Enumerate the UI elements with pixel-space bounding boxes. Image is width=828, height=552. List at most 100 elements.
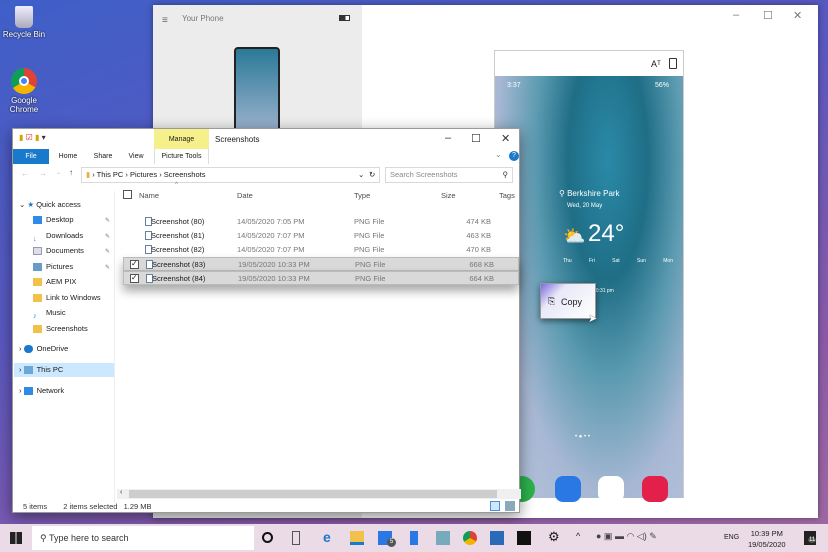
file-row[interactable]: Screenshot (83) 19/05/2020 10:33 PM PNG Fi… bbox=[123, 257, 519, 271]
file-size: 463 KB bbox=[466, 231, 491, 240]
manage-tab[interactable]: Manage bbox=[154, 129, 209, 149]
edge-icon[interactable]: e bbox=[323, 529, 337, 545]
minimize-button[interactable]: – bbox=[445, 132, 451, 144]
column-tags[interactable]: Tags bbox=[499, 191, 515, 200]
row-checkbox[interactable] bbox=[130, 257, 139, 271]
nav-link-to-windows[interactable]: Link to Windows bbox=[33, 291, 101, 305]
nav-network[interactable]: › Network bbox=[19, 384, 64, 398]
phone-time: 3:37 bbox=[507, 82, 521, 89]
nav-downloads[interactable]: ↓ Downloads bbox=[33, 229, 83, 243]
close-button[interactable]: ✕ bbox=[501, 132, 510, 145]
mail-icon[interactable]: 5 bbox=[378, 531, 396, 547]
tab-home[interactable]: Home bbox=[51, 149, 85, 164]
phone-settings-icon[interactable] bbox=[669, 58, 677, 69]
nav-screenshots[interactable]: Screenshots bbox=[33, 322, 88, 336]
up-button[interactable]: ↑ bbox=[69, 168, 73, 177]
tab-share[interactable]: Share bbox=[87, 149, 119, 164]
cortana-icon[interactable] bbox=[262, 532, 273, 543]
cloud-icon bbox=[23, 345, 33, 354]
forward-button[interactable]: → bbox=[39, 169, 47, 178]
taskbar-search-box[interactable]: ⚲ Type here to search bbox=[32, 526, 254, 550]
address-bar[interactable]: ▮ › This PC › Pictures › Screenshots ⌄ ↻ bbox=[81, 167, 380, 183]
close-button[interactable]: ✕ bbox=[793, 9, 802, 22]
computer-icon bbox=[23, 366, 33, 375]
language-indicator[interactable]: ENG bbox=[724, 534, 739, 541]
large-icons-view-button[interactable] bbox=[505, 501, 515, 511]
file-type: PNG File bbox=[354, 245, 385, 254]
file-name: Screenshot (82) bbox=[151, 245, 205, 254]
clock[interactable]: 10:39 PM 19/05/2020 bbox=[748, 528, 786, 550]
file-type: PNG File bbox=[355, 274, 386, 283]
maximize-button[interactable]: ☐ bbox=[763, 9, 773, 22]
recycle-bin-label: Recycle Bin bbox=[2, 30, 46, 39]
camera-app-icon[interactable] bbox=[642, 476, 668, 502]
file-explorer-taskbar-icon[interactable] bbox=[350, 531, 364, 545]
breadcrumb-this-pc[interactable]: This PC bbox=[97, 170, 124, 179]
weather-temperature: 24° bbox=[588, 220, 625, 247]
help-icon[interactable]: ? bbox=[509, 151, 519, 161]
column-type[interactable]: Type bbox=[354, 191, 370, 200]
play-store-icon[interactable] bbox=[598, 476, 624, 502]
file-row[interactable]: Screenshot (84) 19/05/2020 10:33 PM PNG Fi… bbox=[123, 271, 519, 285]
details-view-button[interactable] bbox=[490, 501, 500, 511]
minimize-button[interactable]: – bbox=[733, 9, 739, 21]
hamburger-menu-icon[interactable]: ≡ bbox=[162, 15, 172, 26]
breadcrumb-pictures[interactable]: Pictures bbox=[130, 170, 157, 179]
nav-this-pc[interactable]: › This PC bbox=[14, 363, 114, 377]
tab-view[interactable]: View bbox=[121, 149, 151, 164]
tab-picture-tools[interactable]: Picture Tools bbox=[154, 149, 209, 164]
ribbon-expand-icon[interactable]: ⌄ bbox=[495, 150, 502, 159]
address-dropdown-icon[interactable]: ⌄ bbox=[358, 168, 364, 182]
column-name[interactable]: Name bbox=[139, 191, 159, 200]
nav-onedrive[interactable]: › OneDrive bbox=[19, 342, 68, 356]
breadcrumb-screenshots[interactable]: Screenshots bbox=[164, 170, 206, 179]
tab-file[interactable]: File bbox=[13, 149, 49, 164]
file-row[interactable]: Screenshot (81) 14/05/2020 7:07 PM PNG Fil… bbox=[117, 229, 521, 243]
start-button[interactable] bbox=[10, 532, 22, 544]
back-button[interactable]: ← bbox=[21, 169, 29, 178]
file-row[interactable]: Screenshot (80) 14/05/2020 7:05 PM PNG Fil… bbox=[117, 215, 521, 229]
chrome-taskbar-icon[interactable] bbox=[463, 531, 477, 545]
column-date[interactable]: Date bbox=[237, 191, 253, 200]
messages-app-icon[interactable] bbox=[555, 476, 581, 502]
store-icon[interactable] bbox=[517, 531, 531, 545]
nav-label: Network bbox=[36, 386, 65, 395]
notes-icon[interactable] bbox=[436, 531, 450, 545]
search-input[interactable]: Search Screenshots ⚲ bbox=[385, 167, 513, 183]
forecast-day: Fri bbox=[588, 258, 595, 264]
column-size[interactable]: Size bbox=[441, 191, 456, 200]
folder-icon bbox=[33, 325, 42, 334]
select-all-checkbox[interactable] bbox=[123, 190, 132, 199]
maximize-button[interactable]: ☐ bbox=[471, 132, 481, 145]
chrome-desktop-icon[interactable]: Google Chrome bbox=[0, 68, 48, 114]
horizontal-scrollbar[interactable]: ‹ bbox=[117, 489, 521, 499]
file-type: PNG File bbox=[354, 217, 385, 226]
nav-aem-pix[interactable]: AEM PIX bbox=[33, 275, 76, 289]
photos-icon[interactable] bbox=[490, 531, 504, 545]
text-size-icon[interactable]: Aᵀ bbox=[651, 59, 661, 69]
task-view-icon[interactable] bbox=[292, 531, 300, 545]
refresh-icon[interactable]: ↻ bbox=[369, 168, 375, 182]
scroll-left-icon[interactable]: ‹ bbox=[120, 489, 122, 496]
nav-desktop[interactable]: Desktop bbox=[33, 213, 74, 227]
scrollbar-thumb[interactable] bbox=[129, 490, 497, 498]
file-size: 664 KB bbox=[469, 274, 494, 283]
nav-music[interactable]: ♪ Music bbox=[33, 306, 66, 320]
nav-documents[interactable]: Documents bbox=[33, 244, 84, 258]
clock-date: 19/05/2020 bbox=[748, 540, 786, 549]
weather-date: Wed, 20 May bbox=[567, 203, 603, 209]
your-phone-taskbar-icon[interactable] bbox=[410, 531, 418, 545]
weather-sun-cloud-icon: ⛅ bbox=[563, 226, 586, 246]
settings-icon[interactable]: ⚙ bbox=[548, 529, 562, 544]
recycle-bin-icon[interactable]: Recycle Bin bbox=[0, 6, 48, 39]
action-center-icon[interactable]: 11 bbox=[804, 531, 817, 545]
nav-pictures[interactable]: Pictures bbox=[33, 260, 73, 274]
nav-quick-access[interactable]: ⌄ ★ Quick access bbox=[19, 198, 81, 212]
tray-icons[interactable]: ● ▣ ▬ ◠ ◁) ✎ bbox=[596, 531, 716, 545]
file-row[interactable]: Screenshot (82) 14/05/2020 7:07 PM PNG Fil… bbox=[117, 243, 521, 257]
row-checkbox[interactable] bbox=[130, 271, 139, 285]
show-hidden-icons[interactable]: ^ bbox=[576, 531, 590, 545]
music-icon: ♪ bbox=[33, 311, 37, 321]
recent-locations-icon[interactable]: ⌄ bbox=[56, 169, 61, 176]
phone-screen-mirror[interactable]: Aᵀ 3:37 56% ⚲ Berkshire Park Wed, 20 May… bbox=[494, 50, 684, 502]
